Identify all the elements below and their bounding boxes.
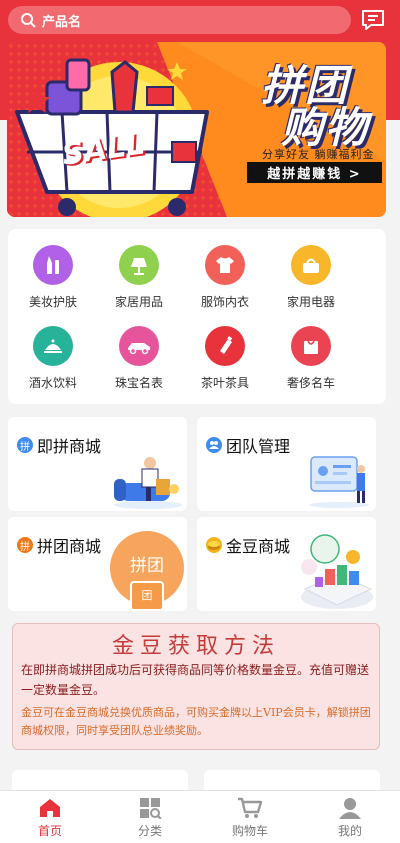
category-item-drinks[interactable]: 酒水饮料: [8, 326, 98, 391]
category-item-jewelry[interactable]: 珠宝名表: [94, 326, 184, 391]
category-item-home[interactable]: 家居用品: [94, 245, 184, 310]
dish-icon: [33, 326, 73, 366]
team-icon: [206, 437, 222, 453]
tab-profile[interactable]: 我的: [300, 791, 400, 843]
category-item-appliance[interactable]: 家用电器: [266, 245, 356, 310]
products-illustration: [301, 534, 373, 609]
category-label: 珠宝名表: [114, 376, 163, 390]
search-placeholder: 产品名: [42, 14, 82, 30]
cart-icon: [238, 797, 263, 818]
category-label: 家居用品: [114, 295, 163, 309]
category-item-tea[interactable]: 茶叶茶具: [180, 326, 270, 391]
shopper-illustration: [114, 457, 182, 509]
category-label: 奢侈名车: [286, 376, 335, 390]
group-buy-illustration: 拼团 团: [110, 531, 184, 611]
bottle-icon: [205, 326, 245, 366]
appliance-icon: [291, 245, 331, 285]
gold-mall-card[interactable]: 金豆商城: [197, 517, 376, 611]
category-label: 服饰内衣: [200, 295, 249, 309]
home-icon: [40, 799, 60, 817]
category-label: 美妆护肤: [28, 295, 77, 309]
category-icon: [140, 798, 162, 819]
category-label: 酒水饮料: [28, 376, 77, 390]
banner-subtitle: 分享好友 躺赚福利金: [262, 148, 375, 161]
banner-cta-button[interactable]: 越拼越赚钱 >: [247, 162, 382, 183]
category-item-luxury[interactable]: 奢侈名车: [266, 326, 356, 391]
category-label: 茶叶茶具: [200, 376, 249, 390]
instant-mall-card[interactable]: 拼 即拼商城: [8, 417, 187, 511]
gold-mall-label: 金豆商城: [226, 537, 291, 556]
team-manage-label: 团队管理: [226, 437, 291, 456]
instant-mall-badge-icon: 拼: [17, 437, 33, 453]
group-mall-label: 拼团商城: [37, 537, 102, 556]
lamp-icon: [119, 245, 159, 285]
promo-banner[interactable]: SALL 拼团 购物 分享好友 躺赚福利金 越拼越赚钱 >: [7, 42, 386, 217]
category-label: 家用电器: [286, 295, 335, 309]
car-icon: [119, 326, 159, 366]
gold-coin-icon: [206, 537, 222, 553]
tab-label: 我的: [337, 824, 362, 838]
shirt-icon: [205, 245, 245, 285]
tab-label: 首页: [37, 824, 62, 838]
search-input[interactable]: 产品名: [8, 6, 351, 34]
team-manage-card[interactable]: 团队管理: [197, 417, 376, 511]
tab-category[interactable]: 分类: [100, 791, 200, 843]
tab-label: 分类: [137, 824, 162, 838]
gold-info-title: 金豆获取方法: [111, 634, 280, 659]
dashboard-illustration: [309, 456, 369, 508]
category-grid: 美妆护肤 家居用品 服饰内衣 家用电器 酒水饮料 珠宝名表 茶叶茶具 奢侈名车: [8, 229, 386, 404]
category-item-beauty[interactable]: 美妆护肤: [8, 245, 98, 310]
tab-home[interactable]: 首页: [0, 791, 100, 843]
gold-info-para1: 在即拼商城拼团成功后可获得商品同等价格数量金豆。充值可赠送一定数量金豆。: [21, 663, 370, 697]
tab-label: 购物车: [231, 824, 268, 838]
bottom-tabbar: 首页 分类 购物车 我的: [0, 790, 400, 843]
user-icon: [339, 798, 361, 819]
group-mall-card[interactable]: 拼 拼团商城 拼团 团: [8, 517, 187, 611]
message-icon[interactable]: [361, 9, 385, 31]
shopping-bag-icon: 团: [130, 581, 164, 611]
lipstick-icon: [33, 245, 73, 285]
gold-info-para2: 金豆可在金豆商城兑换优质商品，可购买金牌以上VIP会员卡，解锁拼团商城权限，同时…: [21, 706, 371, 737]
group-mall-badge-icon: 拼: [17, 537, 33, 553]
category-item-apparel[interactable]: 服饰内衣: [180, 245, 270, 310]
search-icon: [21, 13, 36, 28]
group-buy-illus-text: 拼团: [130, 556, 164, 576]
tab-cart[interactable]: 购物车: [200, 791, 300, 843]
gold-info-panel: 金豆获取方法 在即拼商城拼团成功后可获得商品同等价格数量金豆。充值可赠送一定数量…: [12, 623, 380, 750]
bag-icon: [291, 326, 331, 366]
instant-mall-label: 即拼商城: [37, 437, 102, 456]
